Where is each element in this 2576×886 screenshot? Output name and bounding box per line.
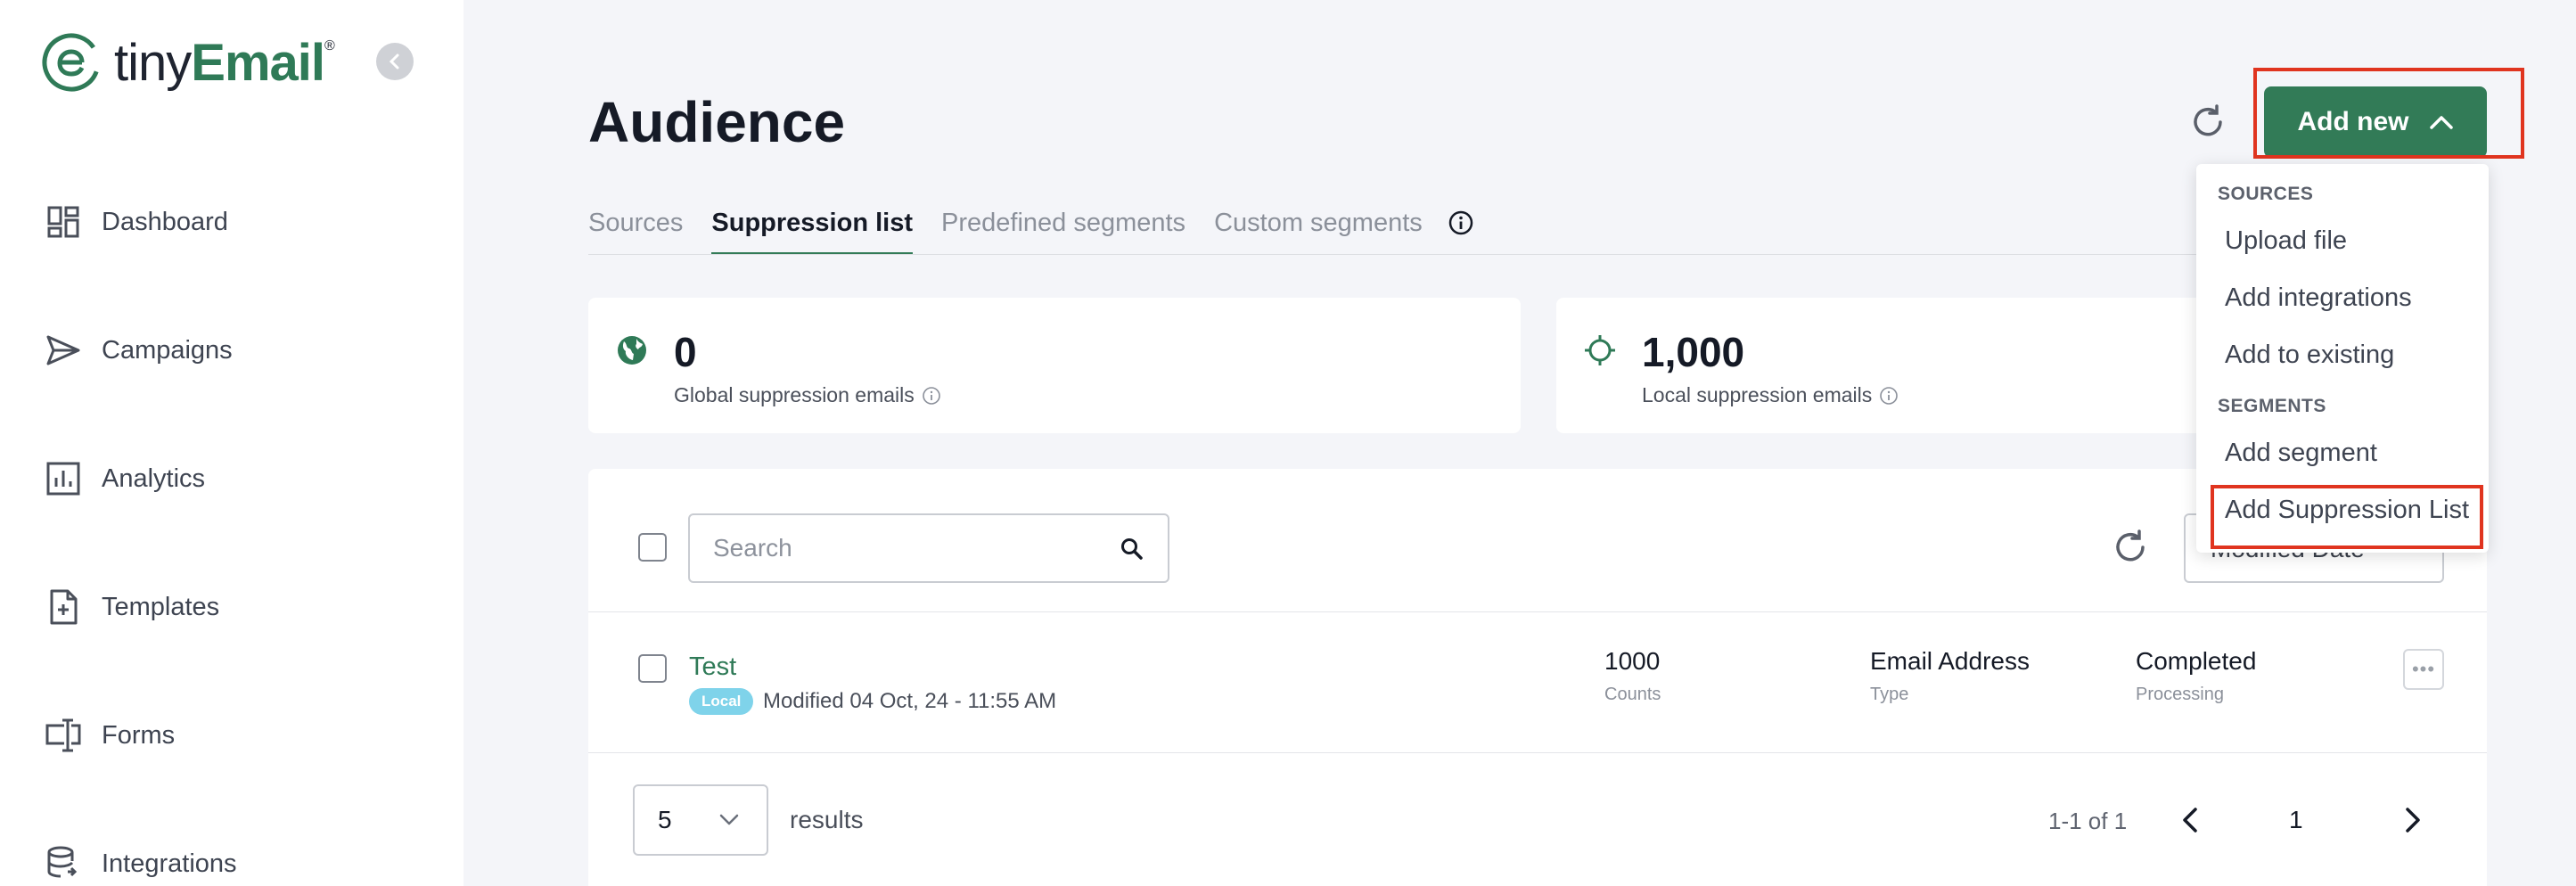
search-icon[interactable]	[1120, 537, 1144, 562]
chevron-left-icon[interactable]	[2173, 802, 2209, 838]
local-suppression-count: 1,000	[1642, 329, 1745, 375]
tab-suppression-list[interactable]: Suppression list	[711, 196, 913, 255]
globe-icon	[618, 336, 646, 365]
crosshair-icon	[1585, 335, 1615, 365]
dropdown-header-segments: SEGMENTS	[2218, 396, 2326, 416]
form-input-icon	[45, 718, 81, 752]
row-count: 1000	[1604, 647, 1661, 675]
row-name-link[interactable]: Test	[689, 652, 736, 682]
row-checkbox[interactable]	[638, 654, 667, 683]
info-icon[interactable]	[1448, 209, 1474, 236]
row-divider	[588, 752, 2487, 753]
logo[interactable]: tinyEmail®	[41, 32, 335, 93]
more-icon: •••	[2411, 658, 2436, 680]
row-more-button[interactable]: •••	[2403, 649, 2444, 690]
stat-label-text: Global suppression emails	[674, 383, 915, 406]
row-status: Completed	[2136, 647, 2257, 675]
menu-item-upload-file[interactable]: Upload file	[2225, 226, 2347, 256]
page-size-value: 5	[658, 806, 672, 833]
chevron-left-icon	[389, 53, 399, 70]
row-type-label: Type	[1870, 685, 1909, 704]
add-new-label: Add new	[2297, 107, 2409, 136]
row-modified-date: Modified 04 Oct, 24 - 11:55 AM	[763, 689, 1057, 713]
sidebar-item-dashboard[interactable]: Dashboard	[45, 200, 228, 244]
row-count-label: Counts	[1604, 685, 1661, 704]
database-icon	[47, 846, 78, 878]
tab-predefined-segments[interactable]: Predefined segments	[941, 196, 1185, 250]
sidebar-item-label: Campaigns	[102, 335, 233, 365]
bar-chart-icon	[46, 462, 80, 496]
page-title: Audience	[588, 90, 846, 154]
results-label: results	[790, 806, 864, 833]
sidebar-item-label: Analytics	[102, 464, 206, 493]
info-icon[interactable]	[1879, 386, 1899, 406]
global-suppression-card: 0 Global suppression emails	[588, 298, 1521, 433]
row-status-label: Processing	[2136, 685, 2224, 704]
sidebar-item-label: Integrations	[102, 849, 237, 878]
info-icon[interactable]	[922, 386, 941, 406]
add-new-button[interactable]: Add new	[2264, 86, 2487, 158]
logo-text: tinyEmail®	[114, 33, 335, 92]
menu-item-add-suppression-list[interactable]: Add Suppression List	[2225, 496, 2469, 525]
paper-plane-icon	[46, 335, 80, 365]
logo-at-icon	[42, 33, 101, 92]
document-plus-icon	[50, 589, 78, 625]
select-all-checkbox[interactable]	[638, 533, 667, 562]
sidebar-item-label: Dashboard	[102, 207, 228, 236]
row-type: Email Address	[1870, 647, 2030, 675]
sidebar-item-forms[interactable]: Forms	[45, 713, 175, 758]
stat-label-text: Local suppression emails	[1642, 383, 1873, 406]
chevron-down-icon	[719, 814, 739, 825]
sidebar-item-integrations[interactable]: Integrations	[45, 841, 237, 886]
sidebar: tinyEmail® Dashboard Campaigns Analytics…	[0, 0, 464, 886]
search-box	[688, 513, 1169, 583]
tabs-divider	[588, 254, 2202, 255]
global-suppression-count: 0	[674, 329, 697, 375]
tab-custom-segments[interactable]: Custom segments	[1214, 196, 1423, 250]
global-suppression-label: Global suppression emails	[674, 383, 941, 407]
add-new-dropdown: SOURCES Upload file Add integrations Add…	[2196, 164, 2489, 553]
sidebar-item-campaigns[interactable]: Campaigns	[45, 328, 233, 373]
page-size-select[interactable]: 5	[633, 784, 768, 856]
dropdown-header-sources: SOURCES	[2218, 184, 2314, 204]
local-suppression-label: Local suppression emails	[1642, 383, 1899, 407]
sidebar-item-analytics[interactable]: Analytics	[45, 456, 205, 501]
header-divider	[588, 611, 2487, 612]
refresh-icon[interactable]	[2111, 528, 2150, 567]
menu-item-add-integrations[interactable]: Add integrations	[2225, 283, 2412, 313]
audience-tabs: Sources Suppression list Predefined segm…	[588, 196, 1474, 255]
collapse-sidebar-button[interactable]	[376, 43, 414, 80]
current-page[interactable]: 1	[2289, 806, 2303, 834]
pagination-range: 1-1 of 1	[2048, 808, 2128, 834]
sidebar-item-templates[interactable]: Templates	[45, 585, 219, 629]
chevron-right-icon[interactable]	[2394, 802, 2430, 838]
menu-item-add-to-existing[interactable]: Add to existing	[2225, 340, 2394, 370]
refresh-icon[interactable]	[2188, 103, 2227, 142]
search-input[interactable]	[713, 515, 1105, 581]
menu-item-add-segment[interactable]: Add segment	[2225, 439, 2377, 468]
tab-sources[interactable]: Sources	[588, 196, 683, 250]
sidebar-item-label: Templates	[102, 592, 220, 621]
dashboard-icon	[47, 206, 79, 238]
status-badge: Local	[689, 688, 754, 715]
chevron-up-icon	[2429, 116, 2453, 129]
sidebar-item-label: Forms	[102, 720, 176, 750]
